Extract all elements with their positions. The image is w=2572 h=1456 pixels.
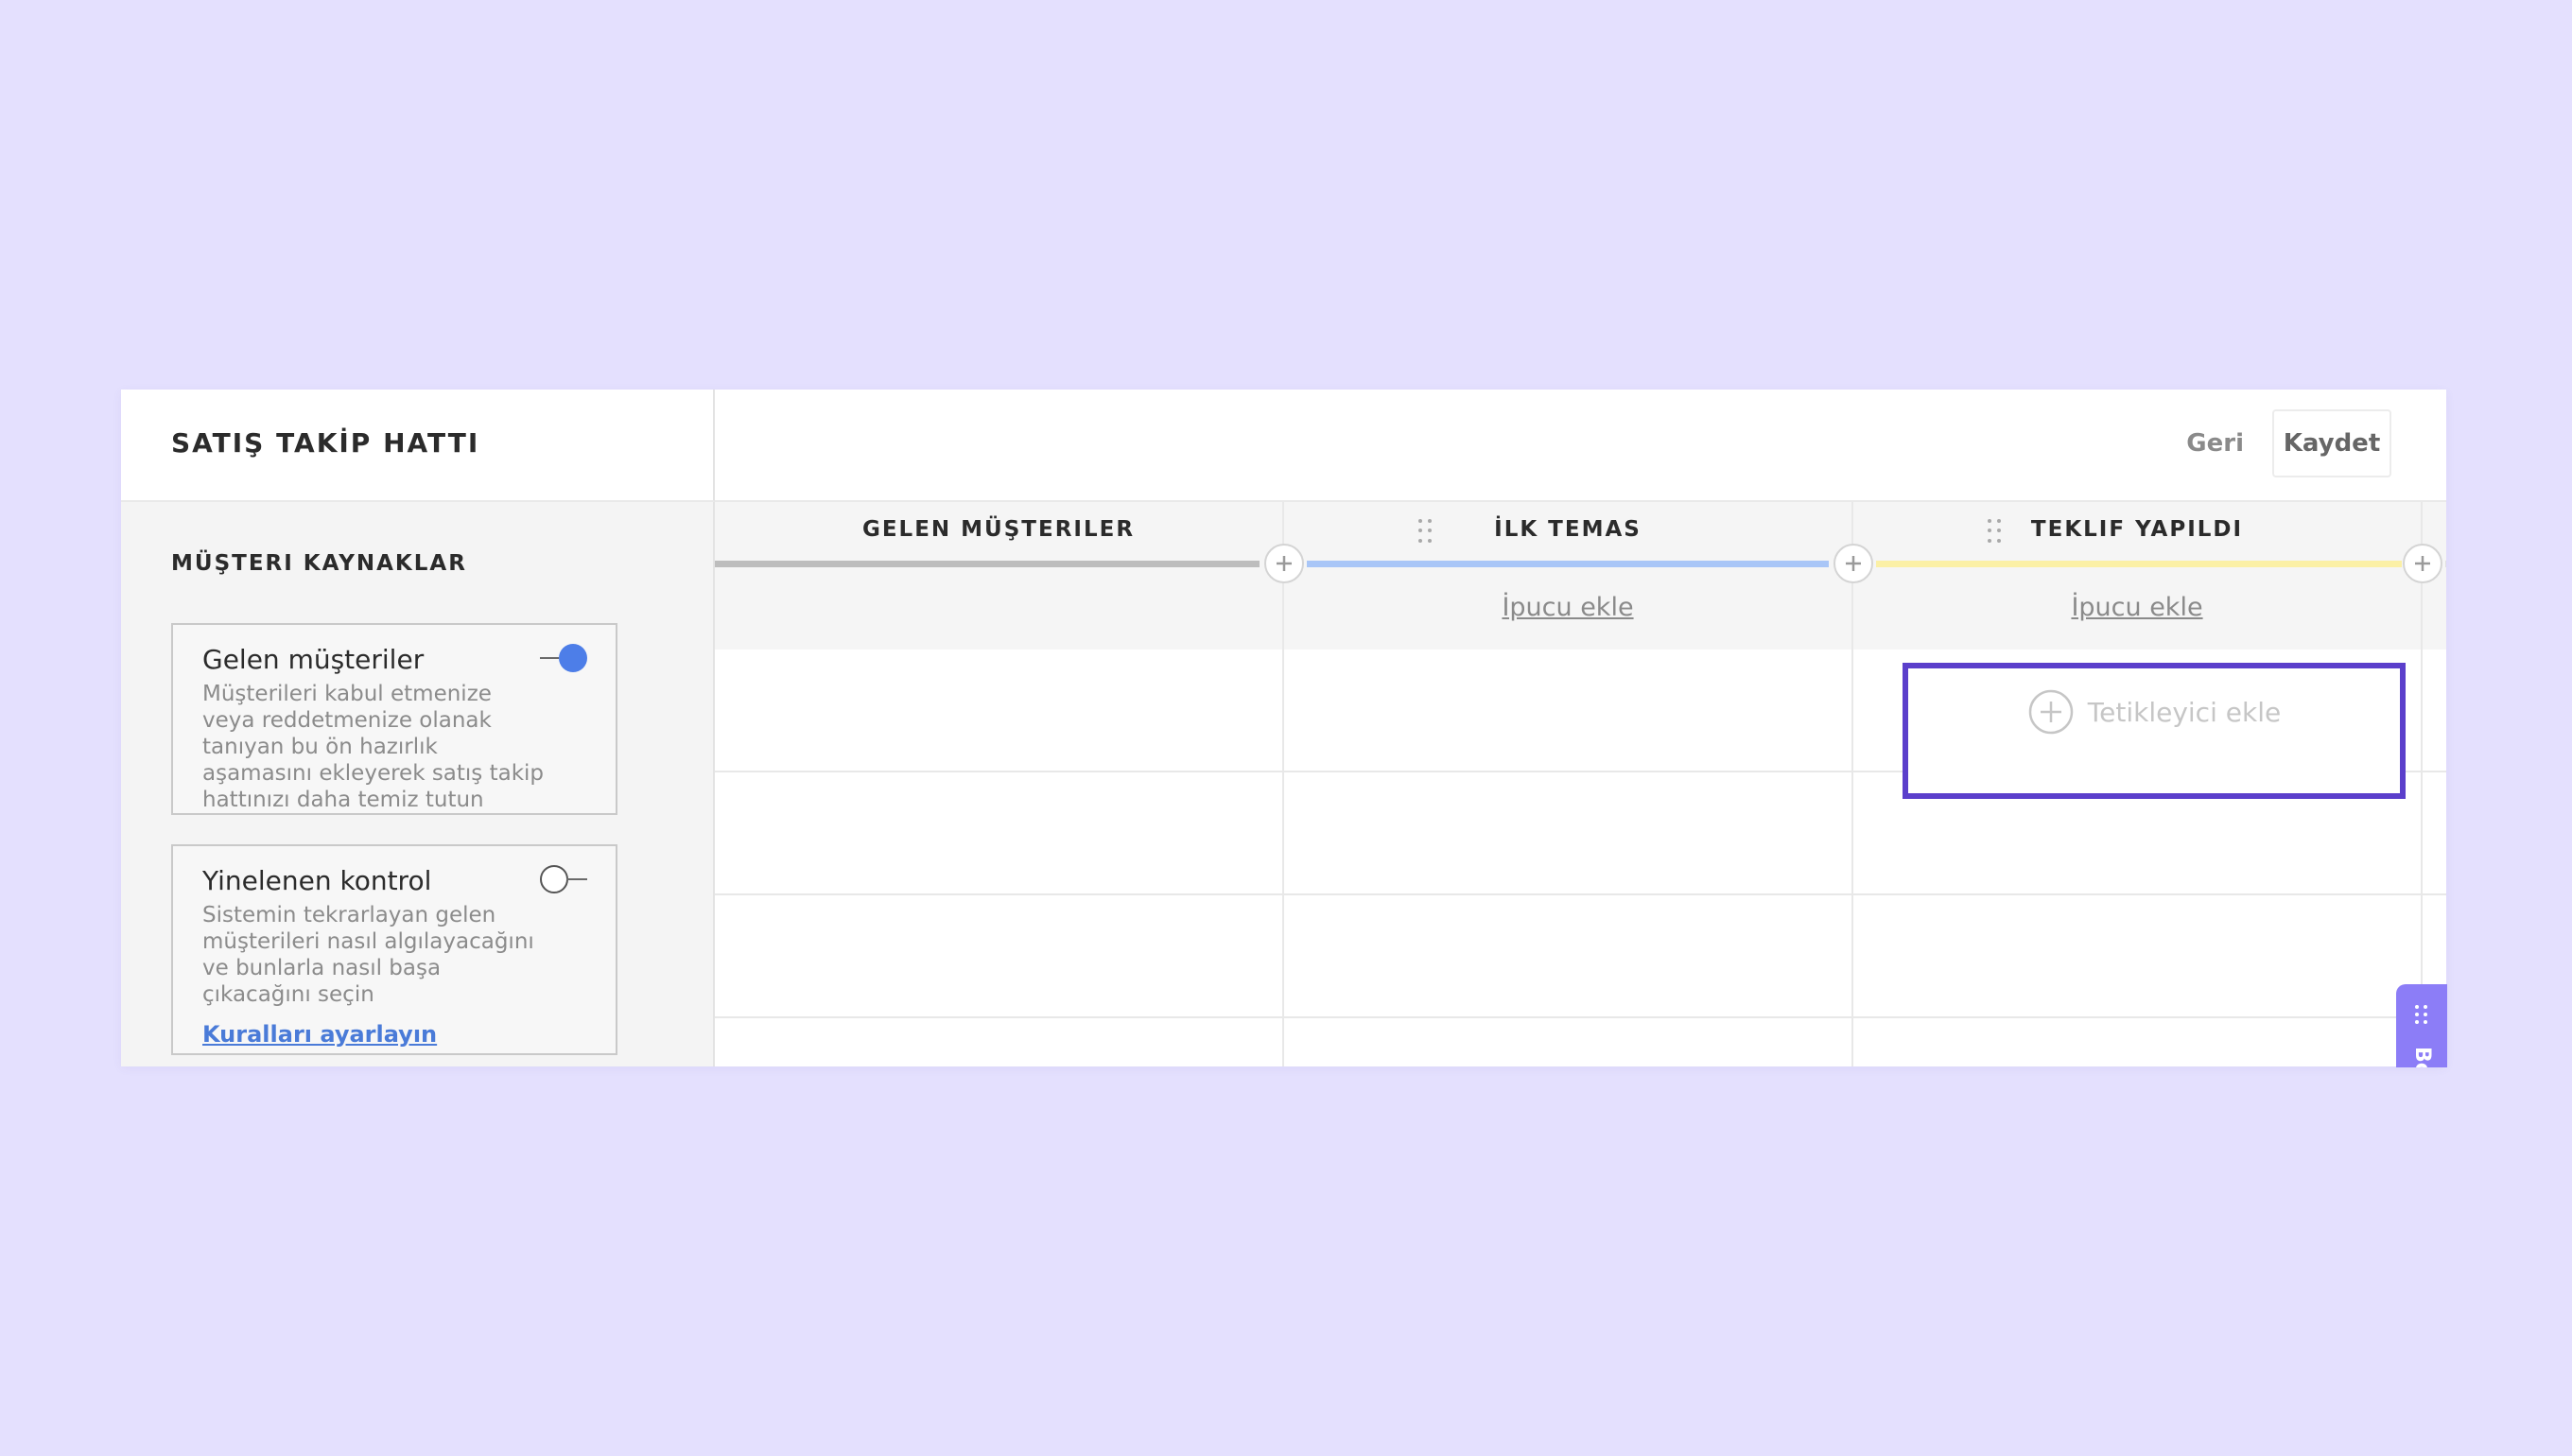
- sidebar: MÜŞTERI KAYNAKLAR Gelen müşteriler Müşte…: [121, 502, 715, 1066]
- help-widget-tab[interactable]: Bo: [2396, 984, 2447, 1067]
- stage-color-bar: [715, 561, 1260, 567]
- source-description: Müşterileri kabul etmenize veya reddetme…: [202, 682, 545, 812]
- add-hint-link[interactable]: İpucu ekle: [1284, 593, 1851, 622]
- trigger-cell: [1284, 1018, 1853, 1066]
- stage-name: TEKLIF YAPILDI: [2030, 517, 2244, 542]
- duplicate-check-toggle[interactable]: [540, 863, 587, 895]
- toggle-knob: [540, 865, 568, 893]
- source-description: Sistemin tekrarlayan gelen müşterileri n…: [202, 903, 534, 1007]
- stage-name: İLK TEMAS: [1494, 517, 1642, 542]
- toggle-track: [540, 657, 559, 659]
- set-rules-link[interactable]: Kuralları ayarlayın: [202, 1021, 437, 1048]
- source-title: Yinelenen kontrol: [202, 865, 432, 896]
- trigger-cell: [1284, 772, 1853, 895]
- plus-icon: [1846, 556, 1861, 571]
- stage-column-incoming: GELEN MÜŞTERILER: [715, 502, 1284, 650]
- trigger-cell: [715, 650, 1284, 772]
- trigger-cell: [1853, 895, 2423, 1018]
- stage-color-bar: [1307, 561, 1829, 567]
- back-button[interactable]: Geri: [2186, 429, 2244, 458]
- page-title: SATIŞ TAKİP HATTI: [171, 427, 480, 459]
- stage-column-first-contact: İLK TEMAS İpucu ekle: [1284, 502, 1853, 650]
- incoming-customers-toggle[interactable]: [540, 642, 587, 674]
- add-stage-button[interactable]: [1264, 544, 1304, 583]
- add-stage-button[interactable]: [1833, 544, 1873, 583]
- plus-circle-icon: [2028, 689, 2074, 735]
- stage-color-bar: [2445, 561, 2446, 567]
- stage-name: GELEN MÜŞTERILER: [861, 517, 1136, 542]
- toolbar: Geri Kaydet: [715, 390, 2446, 502]
- trigger-cell: [1853, 1018, 2423, 1066]
- toggle-track: [566, 878, 587, 880]
- source-title: Gelen müşteriler: [202, 644, 425, 675]
- stage-color-bar: [1876, 561, 2402, 567]
- add-stage-button[interactable]: [2403, 544, 2442, 583]
- drag-handle-icon[interactable]: [1988, 519, 2003, 544]
- save-button[interactable]: Kaydet: [2272, 409, 2391, 477]
- plus-icon: [2415, 556, 2430, 571]
- help-tab-label: Bo: [2410, 1047, 2434, 1067]
- trigger-cell: [715, 1018, 1284, 1066]
- plus-icon: [1277, 556, 1292, 571]
- trigger-cell: [1284, 895, 1853, 1018]
- source-card-duplicate-check: Yinelenen kontrol Sistemin tekrarlayan g…: [171, 844, 617, 1055]
- trigger-cell: [1284, 650, 1853, 772]
- trigger-cell: [2423, 772, 2446, 895]
- section-title-customer-sources: MÜŞTERI KAYNAKLAR: [171, 551, 467, 576]
- drag-dots-icon: [2415, 1005, 2427, 1024]
- sidebar-header: SATIŞ TAKİP HATTI: [121, 390, 715, 502]
- trigger-cell: [2423, 650, 2446, 772]
- drag-handle-icon[interactable]: [1418, 519, 1434, 544]
- source-card-incoming-customers: Gelen müşteriler Müşterileri kabul etmen…: [171, 623, 617, 815]
- trigger-cell: [715, 895, 1284, 1018]
- add-trigger-label: Tetikleyici ekle: [2087, 696, 2282, 728]
- toggle-knob: [559, 644, 587, 672]
- stage-column-offer-made: TEKLIF YAPILDI İpucu ekle: [1853, 502, 2423, 650]
- add-hint-link[interactable]: İpucu ekle: [1853, 593, 2421, 622]
- add-trigger-button[interactable]: Tetikleyici ekle: [1903, 663, 2406, 799]
- trigger-cell: [715, 772, 1284, 895]
